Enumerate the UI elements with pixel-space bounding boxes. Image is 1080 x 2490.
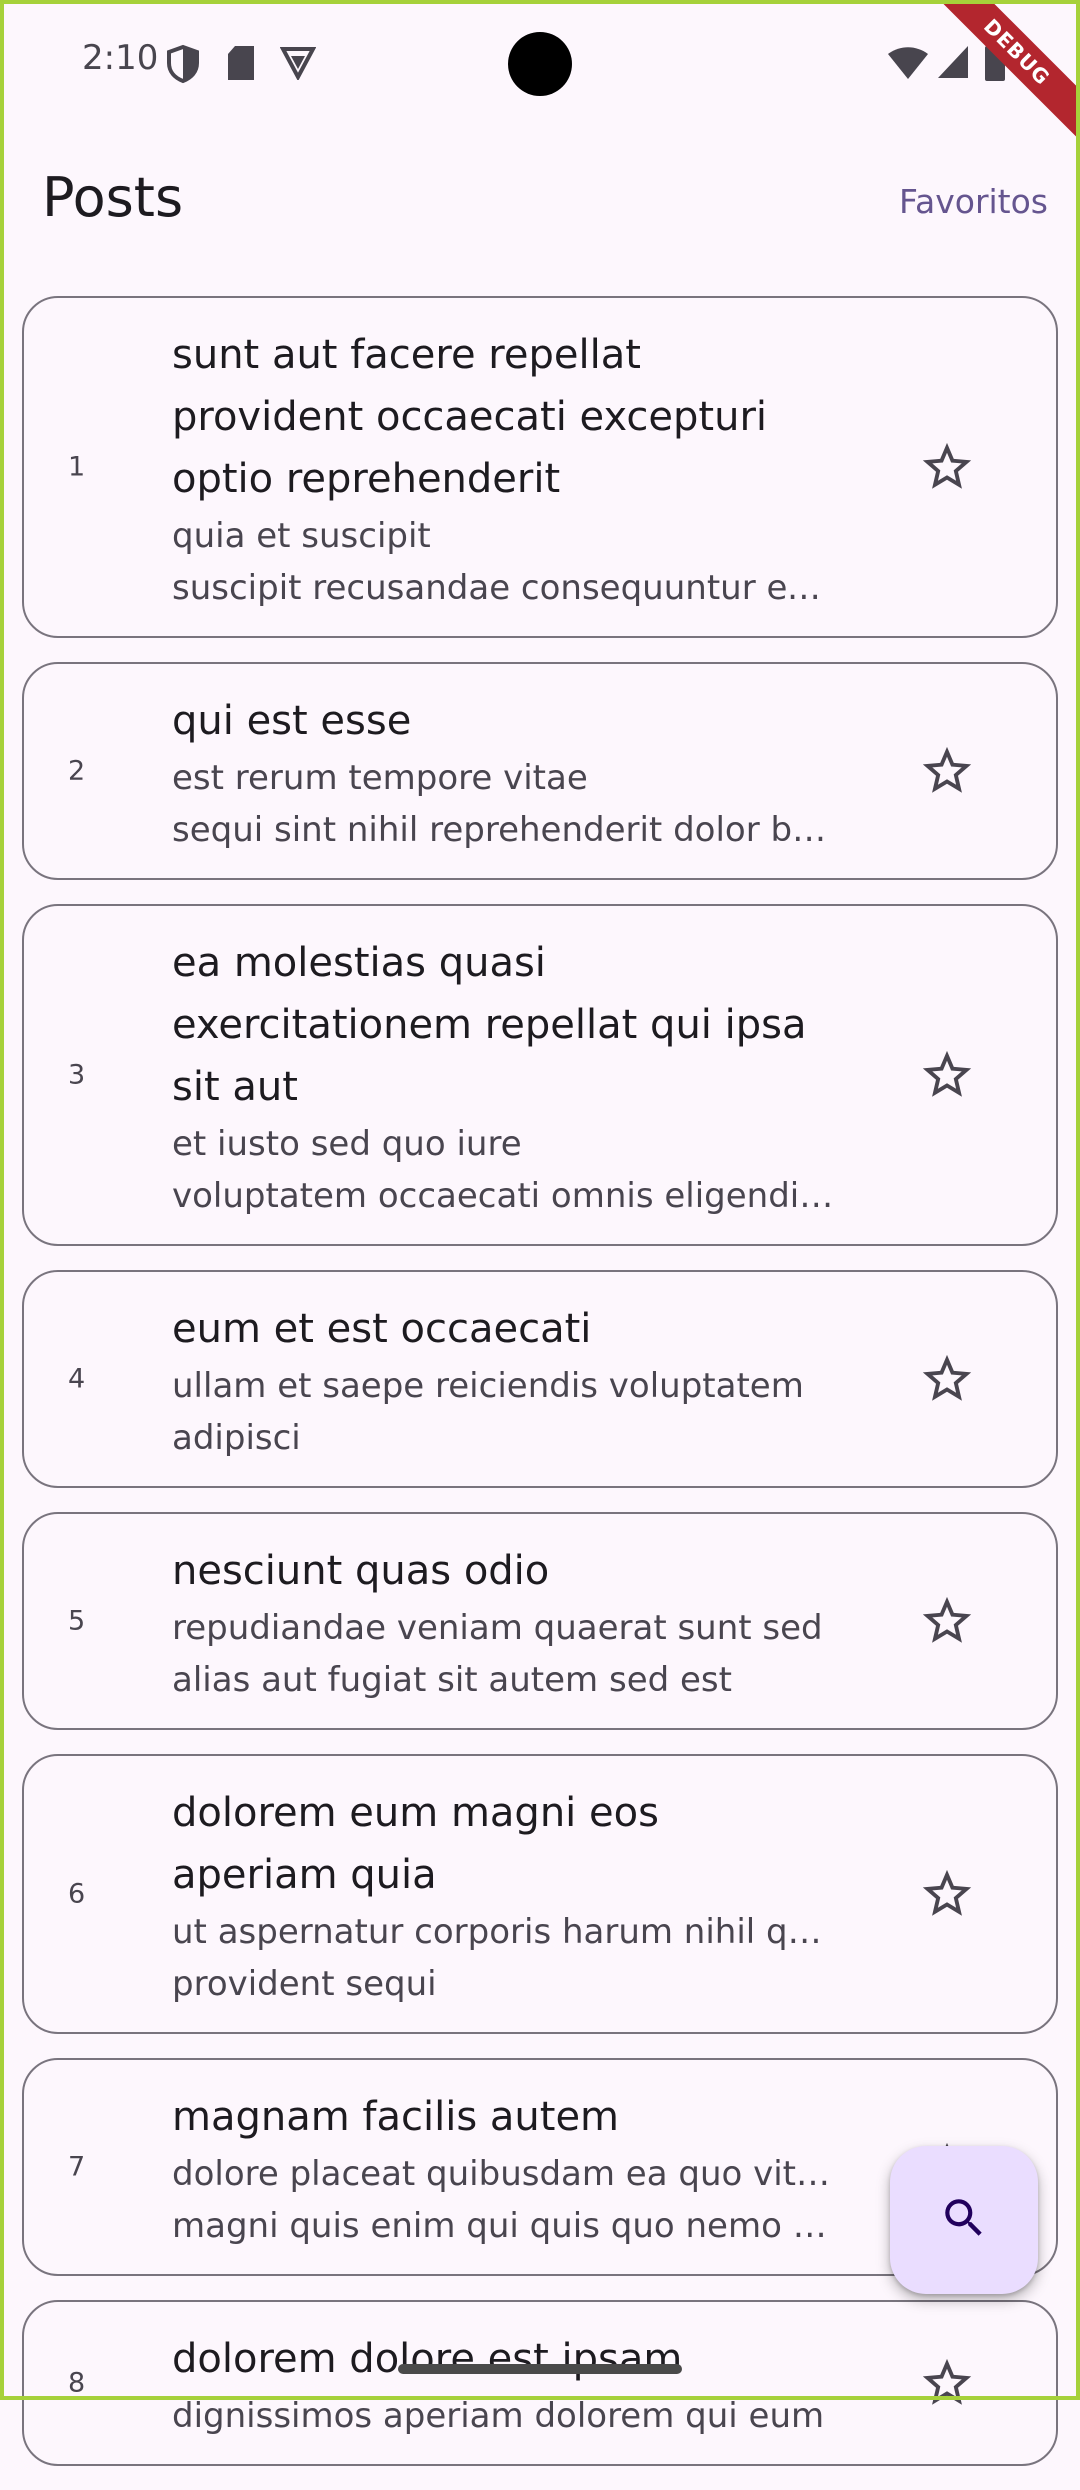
post-body-line: magni quis enim qui quis quo nemo au... xyxy=(172,2206,836,2246)
gesture-bar[interactable] xyxy=(398,2364,682,2374)
post-body-line: suscipit recusandae consequuntur ex... xyxy=(172,568,836,608)
favorite-star-icon[interactable] xyxy=(918,1865,976,1923)
post-body-line: ut aspernatur corporis harum nihil quis xyxy=(172,1912,836,1952)
post-card[interactable]: 3 ea molestias quasi exercitationem repel… xyxy=(22,904,1058,1246)
post-body-line: sequi sint nihil reprehenderit dolor be.… xyxy=(172,810,836,850)
favorite-star-icon[interactable] xyxy=(918,1046,976,1104)
post-body: quia et suscipit suscipit recusandae cons… xyxy=(172,510,836,614)
page-title: Posts xyxy=(42,166,184,229)
post-title: magnam facilis autem xyxy=(172,2094,620,2140)
status-bar: 2:10 xyxy=(0,0,1080,130)
post-body: et iusto sed quo iure voluptatem occaecat… xyxy=(172,1118,836,1222)
post-body-line: dignissimos aperiam dolorem qui eum xyxy=(172,2396,825,2436)
signal-icon xyxy=(936,44,970,84)
vpn-icon xyxy=(279,44,317,84)
post-body: est rerum tempore vitae sequi sint nihil … xyxy=(172,752,836,856)
favorite-star-icon[interactable] xyxy=(918,1350,976,1408)
post-body-line: repudiandae veniam quaerat sunt sed xyxy=(172,1608,823,1648)
post-title: dolorem eum magni eos aperiam quia xyxy=(172,1790,659,1898)
post-id: 2 xyxy=(68,755,86,787)
post-card[interactable]: 5 nesciunt quas odio repudiandae veniam qu… xyxy=(22,1512,1058,1730)
post-title: eum et est occaecati xyxy=(172,1306,592,1352)
post-id: 8 xyxy=(68,2367,86,2399)
post-body-line: dolore placeat quibusdam ea quo vitae xyxy=(172,2154,836,2194)
post-card[interactable]: 2 qui est esse est rerum tempore vitae sequ… xyxy=(22,662,1058,880)
favorite-star-icon[interactable] xyxy=(918,438,976,496)
search-fab[interactable] xyxy=(890,2146,1038,2294)
post-card[interactable]: 8 dolorem dolore est ipsam dignissimos ape… xyxy=(22,2300,1058,2466)
post-body-line: ullam et saepe reiciendis voluptatem xyxy=(172,1366,804,1406)
post-body: ullam et saepe reiciendis voluptatem adip… xyxy=(172,1360,836,1464)
favorite-star-icon[interactable] xyxy=(918,742,976,800)
app-bar: Posts Favoritos xyxy=(0,140,1080,260)
favorite-star-icon[interactable] xyxy=(918,1592,976,1650)
favorite-star-icon[interactable] xyxy=(918,2354,976,2412)
shield-icon xyxy=(166,44,200,88)
sd-card-icon xyxy=(226,44,256,86)
post-body-line: alias aut fugiat sit autem sed est xyxy=(172,1660,732,1700)
post-body: dolore placeat quibusdam ea quo vitae mag… xyxy=(172,2148,836,2252)
search-icon xyxy=(939,2193,989,2247)
post-id: 5 xyxy=(68,1605,86,1637)
post-card[interactable]: 4 eum et est occaecati ullam et saepe reic… xyxy=(22,1270,1058,1488)
post-card[interactable]: 6 dolorem eum magni eos aperiam quia ut as… xyxy=(22,1754,1058,2034)
post-title: sunt aut facere repellat provident occae… xyxy=(172,332,768,502)
post-id: 1 xyxy=(68,451,86,483)
post-id: 6 xyxy=(68,1878,86,1910)
front-camera xyxy=(508,32,572,96)
post-title: dolorem dolore est ipsam xyxy=(172,2336,683,2382)
post-body-line: quia et suscipit xyxy=(172,516,431,556)
post-title: ea molestias quasi exercitationem repell… xyxy=(172,940,807,1110)
post-id: 3 xyxy=(68,1059,86,1091)
post-body: dignissimos aperiam dolorem qui eum xyxy=(172,2390,836,2442)
post-body-line: et iusto sed quo iure xyxy=(172,1124,522,1164)
post-body-line: adipisci xyxy=(172,1418,301,1458)
favorites-button[interactable]: Favoritos xyxy=(899,182,1048,221)
post-title: qui est esse xyxy=(172,698,412,744)
post-title: nesciunt quas odio xyxy=(172,1548,550,1594)
post-body: repudiandae veniam quaerat sunt sed alias… xyxy=(172,1602,836,1706)
post-id: 4 xyxy=(68,1363,86,1395)
post-card[interactable]: 1 sunt aut facere repellat provident occa… xyxy=(22,296,1058,638)
post-body-line: provident sequi xyxy=(172,1964,437,2004)
post-body-line: voluptatem occaecati omnis eligendi ... xyxy=(172,1176,836,1216)
post-body-line: est rerum tempore vitae xyxy=(172,758,588,798)
post-body: ut aspernatur corporis harum nihil quis p… xyxy=(172,1906,836,2010)
wifi-icon xyxy=(886,46,930,84)
post-id: 7 xyxy=(68,2151,86,2183)
status-time: 2:10 xyxy=(82,38,159,78)
